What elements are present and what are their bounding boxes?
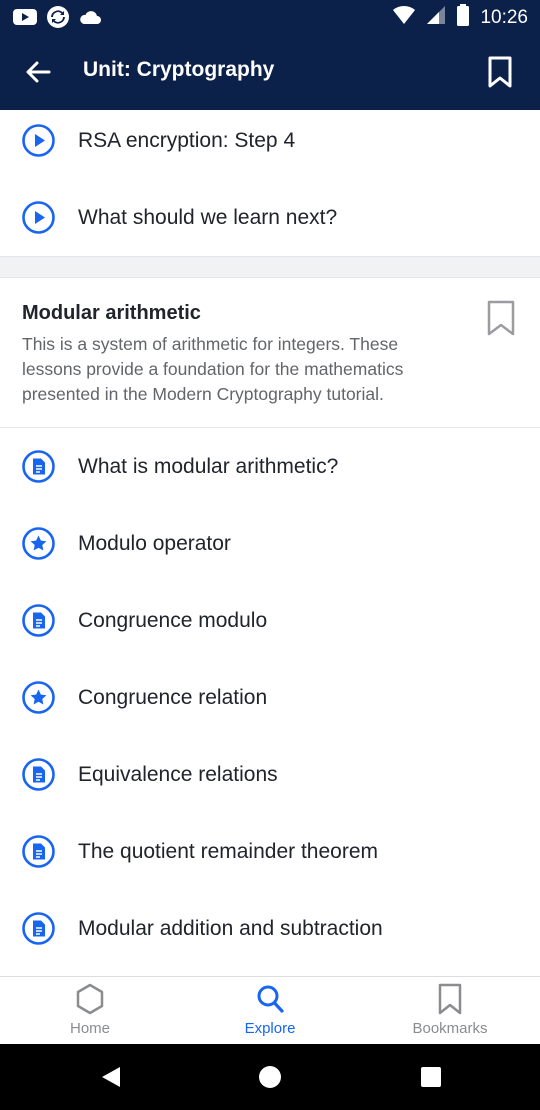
play-circle-icon [22, 124, 55, 157]
hexagon-icon [76, 983, 104, 1015]
list-item[interactable]: Modular addition and subtraction [0, 890, 540, 967]
article-icon [22, 912, 55, 945]
search-icon [257, 985, 284, 1013]
list-item[interactable]: Congruence modulo [0, 582, 540, 659]
status-bar: 10:26 [0, 0, 540, 34]
nav-item-explore[interactable]: Explore [180, 977, 360, 1045]
list-item[interactable]: What is modular arithmetic? [0, 428, 540, 505]
list-item-label: Equivalence relations [78, 762, 278, 786]
list-item[interactable]: Modulo operator [0, 505, 540, 582]
article-icon [22, 758, 55, 791]
star-circle-icon [22, 681, 55, 714]
bookmark-icon [438, 983, 462, 1015]
content-list[interactable]: RSA encryption: Step 4 What should we le… [0, 110, 540, 976]
list-item-label: RSA encryption: Step 4 [78, 128, 296, 152]
recents-square-icon[interactable] [418, 1064, 444, 1090]
signal-icon [426, 5, 446, 30]
sync-icon [46, 5, 70, 34]
list-item[interactable]: Congruence relation [0, 659, 540, 736]
list-item-label: Congruence modulo [78, 608, 268, 632]
nav-item-label: Bookmarks [412, 1020, 488, 1037]
home-circle-icon[interactable] [257, 1064, 283, 1090]
article-icon [22, 604, 55, 637]
wifi-icon [392, 5, 416, 30]
list-item-label: Modulo operator [78, 531, 231, 555]
nav-item-bookmarks[interactable]: Bookmarks [360, 977, 540, 1045]
status-clock: 10:26 [480, 6, 528, 28]
article-icon [22, 835, 55, 868]
section-description: This is a system of arithmetic for integ… [22, 334, 404, 404]
list-item-label: Modular addition and subtraction [78, 916, 383, 940]
list-item-label: What should we learn next? [78, 205, 338, 229]
list-item-label: Congruence relation [78, 685, 268, 709]
system-nav-bar [0, 1044, 540, 1110]
youtube-icon [12, 7, 38, 32]
star-circle-icon [22, 527, 55, 560]
cloud-icon [78, 8, 102, 31]
nav-item-label: Home [69, 1020, 110, 1037]
back-button[interactable] [18, 54, 58, 90]
app-bar: Unit: Cryptography [0, 34, 540, 110]
list-item-label: The quotient remainder theorem [78, 839, 378, 863]
page-title: Unit: Cryptography [83, 58, 275, 81]
section-title: Modular arithmetic [22, 302, 201, 324]
play-circle-icon [22, 201, 55, 234]
section-header: Modular arithmetic This is a system of a… [0, 278, 540, 428]
list-item[interactable]: What should we learn next? [0, 179, 540, 256]
bookmark-outline-icon [488, 56, 512, 88]
section-separator [0, 256, 540, 278]
article-icon [22, 450, 55, 483]
unit-bookmark-button[interactable] [480, 52, 520, 92]
nav-item-home[interactable]: Home [0, 977, 180, 1045]
back-triangle-icon[interactable] [98, 1064, 124, 1090]
battery-icon [456, 4, 470, 31]
list-item-label: What is modular arithmetic? [78, 454, 339, 478]
list-item[interactable]: The quotient remainder theorem [0, 813, 540, 890]
list-item[interactable]: Equivalence relations [0, 736, 540, 813]
arrow-left-icon [26, 61, 51, 83]
list-item[interactable]: RSA encryption: Step 4 [0, 110, 540, 179]
nav-item-label: Explore [244, 1020, 296, 1037]
bookmark-outline-icon[interactable] [486, 300, 516, 336]
bottom-nav: Home Explore Bookmarks [0, 976, 540, 1044]
